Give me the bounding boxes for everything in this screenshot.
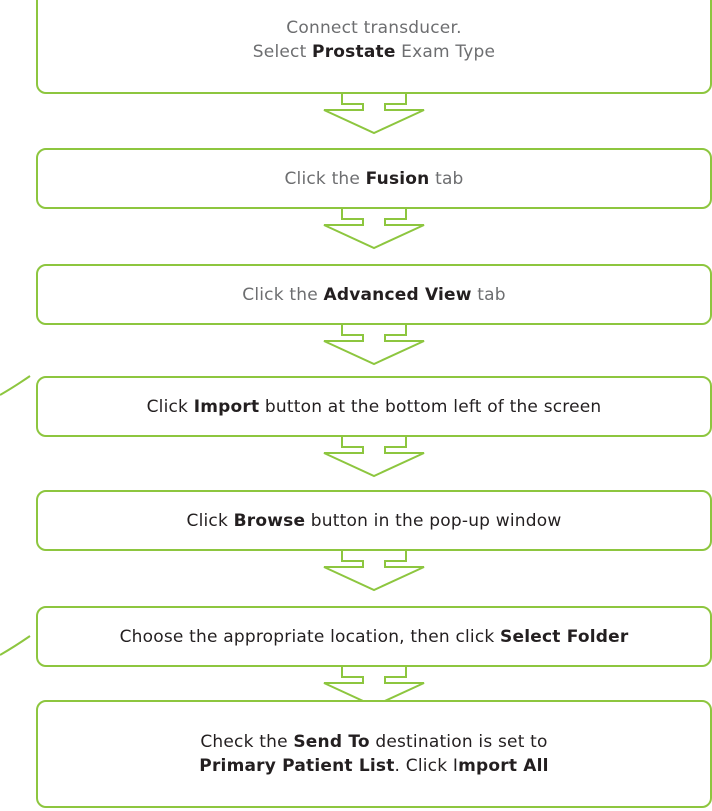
step-text: Click the [242,284,324,305]
step-text-line: Click the Advanced View tab [242,283,506,307]
down-chevron-arrow-icon [323,325,425,366]
step-import-button: Click Import button at the bottom left o… [36,376,712,437]
step-text: Connect transducer. [286,18,462,38]
step-text-line: Click Import button at the bottom left o… [147,395,602,419]
step-text: button at the bottom left of the screen [259,396,602,417]
step-advanced-view-tab: Click the Advanced View tab [36,264,712,325]
step-text-bold: Browse [233,510,306,531]
step-select-folder: Choose the appropriate location, then cl… [36,606,712,667]
step-text: Check the [200,732,294,752]
step-fusion-tab: Click the Fusion tab [36,148,712,209]
down-chevron-arrow-icon [323,551,425,592]
step-text: Exam Type [395,42,496,62]
step-text-bold: Fusion [365,168,430,189]
step-text-bold: mport All [458,756,549,776]
step-text: Click the [284,168,366,189]
step-text-bold: Primary Patient List [199,756,395,776]
step-text: Click [146,396,194,417]
step-import-all: Check the Send To destination is set to P… [36,700,712,808]
step-text-bold: Prostate [312,42,396,62]
down-chevron-arrow-icon [323,209,425,250]
down-chevron-arrow-icon [323,94,425,135]
step-text-line: Primary Patient List. Click Import All [199,754,548,778]
step-text: tab [429,168,464,189]
step-text-bold: Advanced View [323,284,472,305]
step-text: Select [252,42,313,62]
step-text-line: Click Browse button in the pop-up window [187,509,562,533]
flowchart: Connect transducer. Select Prostate Exam … [0,0,712,811]
step-text-bold: Send To [293,732,370,752]
step-text: button in the pop-up window [305,510,562,531]
left-bracket-line [0,375,31,396]
down-chevron-arrow-icon [323,437,425,478]
step-text-line: Select Prostate Exam Type [253,40,495,64]
step-text: Choose the appropriate location, then cl… [119,626,501,647]
left-bracket-line [0,635,31,656]
step-text-bold: Select Folder [500,626,629,647]
step-connect-transducer: Connect transducer. Select Prostate Exam … [36,0,712,94]
step-browse-button: Click Browse button in the pop-up window [36,490,712,551]
step-text-line: Choose the appropriate location, then cl… [120,625,629,649]
step-text-bold: Import [193,396,260,417]
step-text-line: Click the Fusion tab [284,167,463,191]
step-text: Click [186,510,234,531]
step-text: tab [471,284,506,305]
step-text-line: Connect transducer. [286,16,461,40]
step-text: . Click I [394,756,459,776]
step-text: destination is set to [369,732,548,752]
step-text-line: Check the Send To destination is set to [200,730,547,754]
